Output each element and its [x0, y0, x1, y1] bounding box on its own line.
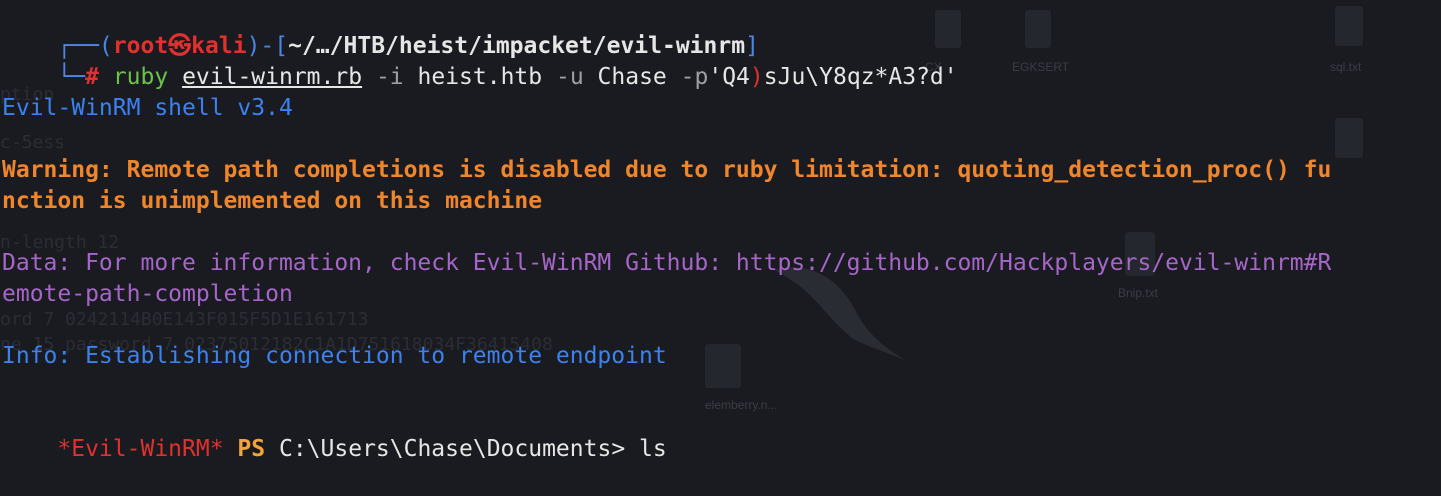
file-label: sql.txt — [1330, 60, 1362, 74]
file-icon — [1335, 118, 1363, 158]
shell-line-dir[interactable]: *Evil-WinRM* PS C:\Users\Chase\Documents… — [2, 432, 708, 448]
shell-line-ls[interactable]: *Evil-WinRM* PS C:\Users\Chase\Documents… — [2, 403, 666, 462]
file-label: elemberry.n... — [705, 398, 778, 412]
file-label: Bnip.txt — [1118, 286, 1159, 300]
ghost-line: c-5ess — [0, 132, 66, 153]
prompt-header: ┌──(root㉿kali)-[~/…/HTB/heist/impacket/e… — [2, 0, 759, 59]
info-text: Info: Establishing connection to remote … — [2, 343, 667, 369]
arg-host: heist.htb — [417, 64, 543, 90]
prompt-hash: # — [85, 64, 99, 90]
arg-pass-b: sJu\Y8qz*A3?d' — [763, 64, 958, 90]
command-script: evil-winrm.rb — [182, 64, 363, 90]
ghost-line: ord 7 0242114B0E143F015F5D1E161713 — [0, 309, 369, 330]
command-line[interactable]: └─# ruby evil-winrm.rb -i heist.htb -u C… — [2, 31, 957, 90]
flag-i: -i — [375, 64, 404, 90]
command-name: ruby — [112, 64, 169, 90]
flag-u: -u — [555, 64, 584, 90]
banner-text: Evil-WinRM shell v3.4 — [2, 95, 293, 121]
warning-text-1: Warning: Remote path completions is disa… — [2, 157, 1332, 183]
data-text-1: Data: For more information, check Evil-W… — [2, 250, 1332, 276]
flag-p: -p — [680, 64, 709, 90]
arg-pass-paren: ) — [749, 64, 764, 90]
shell-line-dir-clip: *Evil-WinRM* PS C:\Users\Chase\Documents… — [0, 432, 1441, 448]
warning-text-2: nction is unimplemented on this machine — [2, 188, 543, 214]
file-icon — [1335, 6, 1363, 46]
file-icon — [705, 344, 741, 388]
arg-user: Chase — [597, 64, 667, 90]
file-icon — [1025, 10, 1051, 48]
data-text-2: emote-path-completion — [2, 281, 293, 307]
file-label: EGKSERT — [1012, 60, 1070, 74]
arg-pass-a: 'Q4 — [708, 64, 750, 90]
prompt-corner-bottom: └─ — [57, 64, 86, 90]
